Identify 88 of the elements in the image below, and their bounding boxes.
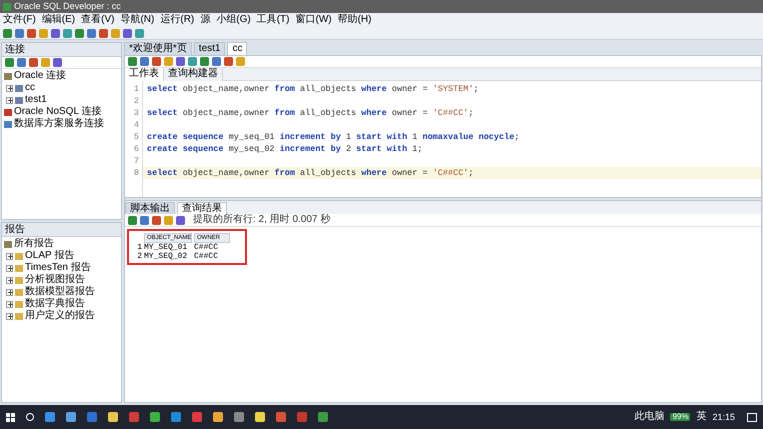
table-cell-text: MY_SEQ_01 (144, 243, 188, 252)
expand-icon[interactable] (6, 276, 13, 284)
battery-indicator: 99% (670, 413, 690, 421)
expand-icon[interactable] (6, 288, 13, 296)
node-icon (15, 96, 23, 104)
taskbar-app-icon[interactable] (192, 412, 202, 422)
taskbar-app-icon[interactable] (108, 412, 118, 422)
taskbar-app-icon[interactable] (213, 412, 223, 422)
notification-icon[interactable] (747, 412, 757, 422)
menu-item[interactable]: 查看(V) (81, 15, 114, 25)
status-text: 提取的所有行: 2, 用时 0.007 秒 (193, 215, 330, 225)
node-icon (4, 120, 12, 128)
menu-item[interactable]: 源 (200, 15, 210, 25)
menu-item[interactable]: 运行(R) (160, 15, 194, 25)
menu-item[interactable]: 帮助(H) (338, 15, 372, 25)
line-number: 5 (132, 131, 140, 143)
menu-item[interactable]: 工具(T) (256, 15, 290, 25)
taskbar-app-icon[interactable] (45, 412, 55, 422)
table-cell-text: C##CC (194, 243, 220, 252)
taskbar-app-icon[interactable] (318, 412, 328, 422)
menu-item[interactable]: 小组(G) (216, 15, 251, 25)
menu-item[interactable]: 窗口(W) (295, 15, 332, 25)
editor-tab[interactable]: cc (227, 42, 248, 55)
table-cell-text: C##CC (194, 252, 220, 261)
start-icon[interactable] (6, 412, 15, 422)
taskbar-app-icon[interactable] (276, 412, 286, 422)
sub-tab[interactable]: 查询构建器 (164, 68, 223, 80)
row-number: 2 (136, 252, 142, 261)
line-number: 2 (132, 95, 140, 107)
tree-item[interactable]: 数据库方案服务连接 (14, 118, 104, 130)
code-line: select object_name,owner from all_objects where owner = 'SYSTEM'; (147, 84, 479, 94)
node-icon (4, 240, 12, 248)
taskbar-app-icon[interactable] (234, 412, 244, 422)
expand-icon[interactable] (6, 300, 13, 308)
editor-tab[interactable]: *欢迎使用*页 (124, 42, 192, 55)
menu-item[interactable]: 导航(N) (120, 15, 154, 25)
tree-item[interactable]: OLAP 报告 (25, 250, 74, 262)
taskbar-app-icon[interactable] (171, 412, 181, 422)
line-number: 8 (132, 167, 140, 179)
ime-indicator[interactable]: 英 (696, 412, 706, 422)
node-icon (15, 84, 23, 92)
expand-icon[interactable] (6, 84, 13, 92)
expand-icon[interactable] (6, 264, 13, 272)
taskbar-app-icon[interactable] (66, 412, 76, 422)
taskbar-app-icon[interactable] (129, 412, 139, 422)
line-number: 7 (132, 155, 140, 167)
tree-item[interactable]: 分析视图报告 (25, 274, 85, 286)
node-icon (4, 72, 12, 80)
tree-item[interactable]: 用户定义的报告 (25, 310, 95, 322)
line-number: 6 (132, 143, 140, 155)
expand-icon[interactable] (6, 312, 13, 320)
taskbar-app-icon[interactable] (297, 412, 307, 422)
tree-item[interactable]: 数据模型器报告 (25, 286, 95, 298)
line-number: 3 (132, 107, 140, 119)
expand-icon[interactable] (6, 96, 13, 104)
tree-item[interactable]: TimesTen 报告 (25, 262, 91, 274)
row-number: 1 (136, 243, 142, 252)
tray-label: 此电脑 (634, 412, 664, 422)
tree-item[interactable]: test1 (25, 94, 47, 106)
code-line: create sequence my_seq_02 increment by 2 start with 1; (147, 144, 422, 154)
tree-item[interactable]: 所有报告 (14, 238, 54, 250)
table-cell-text: MY_SEQ_02 (144, 252, 188, 261)
app-icon (3, 2, 11, 10)
window-title: Oracle SQL Developer : cc (14, 2, 121, 11)
search-icon[interactable] (26, 413, 34, 421)
taskbar-app-icon[interactable] (150, 412, 160, 422)
sub-tab[interactable]: 工作表 (125, 68, 164, 80)
clock: 21:15 (712, 412, 735, 422)
tree-item[interactable]: Oracle 连接 (14, 70, 66, 82)
output-tab[interactable]: 查询结果 (177, 202, 227, 214)
menu-item[interactable]: 编辑(E) (42, 15, 76, 25)
panel-title: 连接 (5, 44, 25, 54)
code-line: create sequence my_seq_01 increment by 1 start with 1 nomaxvalue nocycle; (147, 132, 520, 142)
expand-icon[interactable] (6, 252, 13, 260)
menu-item[interactable]: 文件(F) (3, 15, 36, 25)
code-line: select object_name,owner from all_objects where owner = 'C##CC'; (147, 168, 474, 178)
node-icon (4, 108, 12, 116)
code-line: select object_name,owner from all_objects where owner = 'C##CC'; (147, 108, 474, 118)
tree-item[interactable]: Oracle NoSQL 连接 (14, 106, 102, 118)
output-tab[interactable]: 脚本输出 (125, 202, 175, 214)
taskbar-app-icon[interactable] (255, 412, 265, 422)
line-number: 1 (132, 83, 140, 95)
editor-tab[interactable]: test1 (194, 42, 226, 55)
tree-item[interactable]: 数据字典报告 (25, 298, 85, 310)
panel-title: 报告 (5, 224, 25, 234)
taskbar-app-icon[interactable] (87, 412, 97, 422)
line-number: 4 (132, 119, 140, 131)
tree-item[interactable]: cc (25, 82, 35, 94)
